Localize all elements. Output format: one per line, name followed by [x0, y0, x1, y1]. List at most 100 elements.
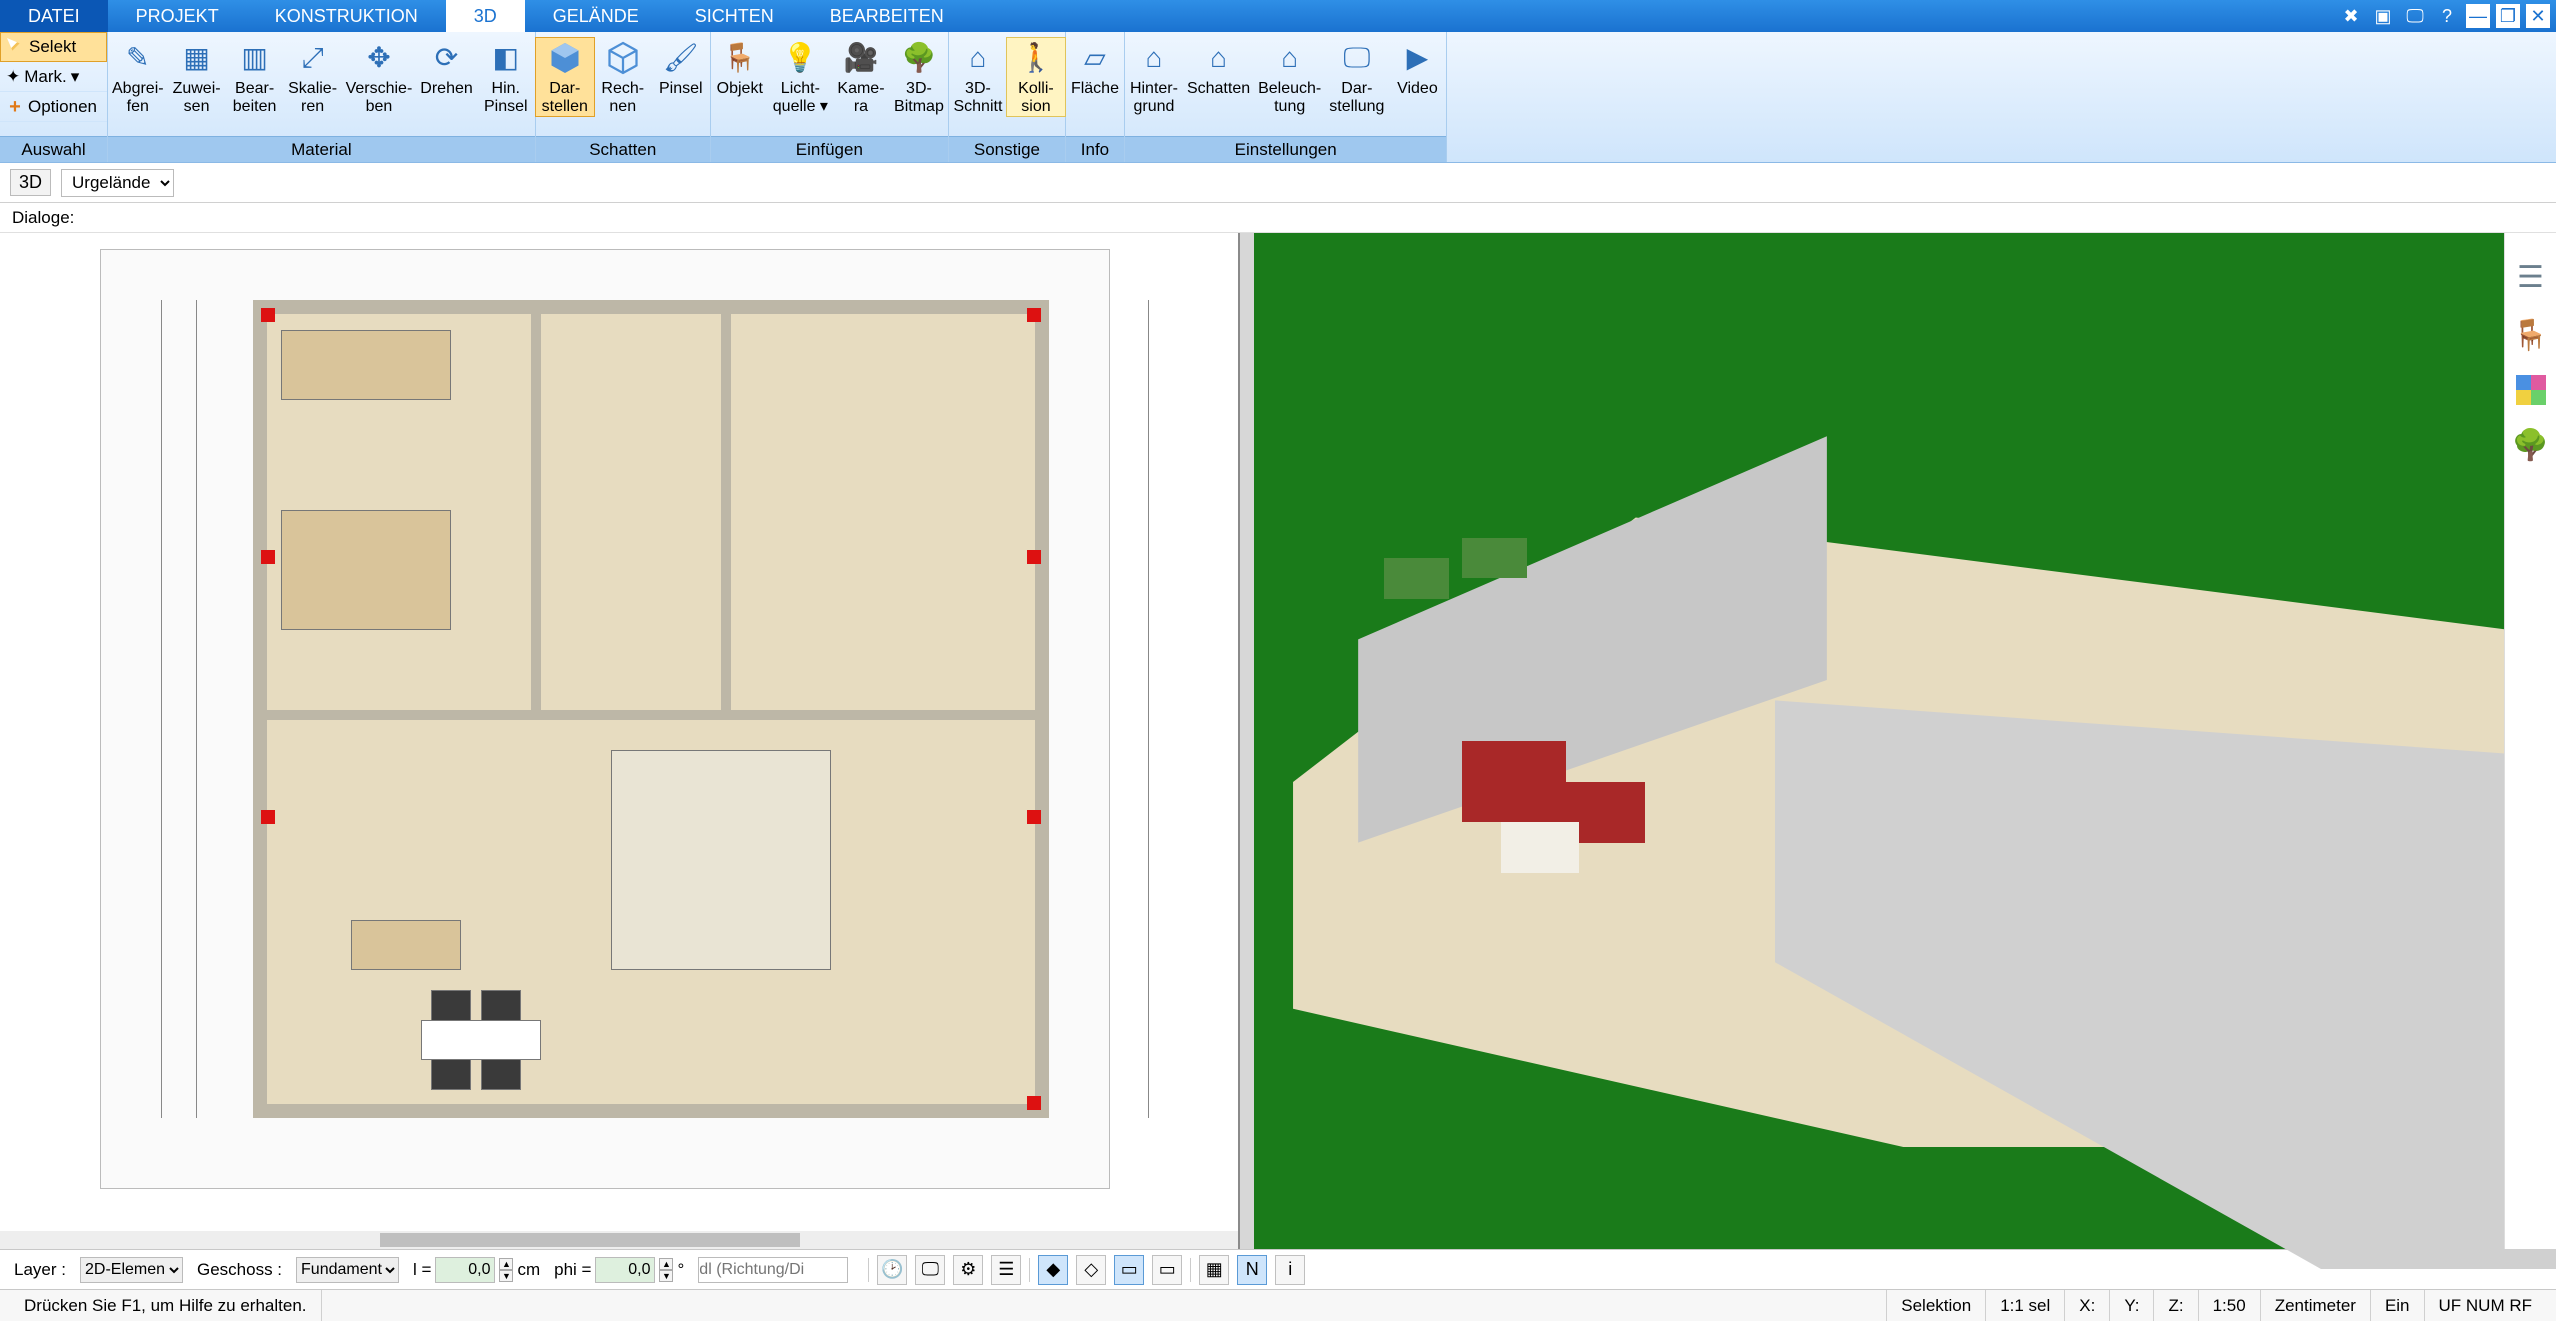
bottom-toolbar: Layer : 2D-Elemen Geschoss : Fundament l…	[0, 1249, 2556, 1289]
snap1-icon[interactable]: ◆	[1038, 1255, 1068, 1285]
cursor-icon	[7, 38, 25, 56]
titlebar-icons: ✖ ▣ 🖵 ? — ❐ ✕	[2338, 0, 2556, 32]
snap2-icon[interactable]: ◇	[1076, 1255, 1106, 1285]
d3schnitt-button[interactable]: ⌂ 3D-Schnitt	[949, 38, 1007, 116]
snap4-icon[interactable]: ▭	[1152, 1255, 1182, 1285]
flaeche-button[interactable]: ▱ Fläche	[1066, 38, 1124, 98]
tab-datei[interactable]: DATEI	[0, 0, 108, 32]
layers-icon[interactable]: ☰	[991, 1255, 1021, 1285]
video-button[interactable]: ▶ Video	[1388, 38, 1446, 98]
chair-icon[interactable]: 🪑	[2513, 317, 2549, 353]
view-3d-pane[interactable]: ☰ 🪑 🌳	[1254, 233, 2556, 1249]
beleuchtung-button[interactable]: ⌂ Beleuch-tung	[1254, 38, 1325, 116]
tools-icon[interactable]: ✖	[2338, 3, 2364, 29]
phi-input[interactable]	[595, 1257, 655, 1283]
hintergrund-button[interactable]: ⌂ Hinter-grund	[1125, 38, 1183, 116]
pane-splitter[interactable]	[1240, 233, 1254, 1249]
grid-icon[interactable]: ▦	[1199, 1255, 1229, 1285]
wall	[531, 300, 541, 720]
options-tool[interactable]: + Optionen	[0, 92, 107, 122]
group-einfuegen-label: Einfügen	[711, 136, 948, 162]
wall	[1035, 300, 1049, 1118]
plan-scrollbar-h[interactable]	[0, 1231, 1238, 1249]
kamera-button[interactable]: 🎥 Kame-ra	[832, 38, 890, 116]
group-schatten: Dar-stellen Rech-nen 🖌 Pinsel Schatten	[536, 32, 711, 162]
scale-icon: ⤢	[293, 38, 333, 78]
geschoss-select[interactable]: Fundament	[296, 1257, 399, 1283]
floor-plan	[253, 300, 1049, 1118]
length-input[interactable]	[435, 1257, 495, 1283]
darstellung-button[interactable]: 🖵 Dar-stellung	[1325, 38, 1388, 116]
monitor-icon[interactable]: 🖵	[915, 1255, 945, 1285]
abgreifen-button[interactable]: ✎ Abgrei-fen	[108, 38, 168, 116]
phi-unit: °	[677, 1260, 684, 1280]
view-3d-canvas[interactable]	[1254, 233, 2556, 1249]
dl-input[interactable]	[698, 1257, 848, 1283]
drehen-button[interactable]: ⟳ Drehen	[416, 38, 476, 98]
gear-icon[interactable]: ⚙	[953, 1255, 983, 1285]
tab-gelaende[interactable]: GELÄNDE	[525, 0, 667, 32]
group-sonstige-label: Sonstige	[949, 136, 1065, 162]
status-unit: Zentimeter	[2260, 1290, 2370, 1321]
window-icon[interactable]: ▣	[2370, 3, 2396, 29]
cube-outline-icon	[603, 38, 643, 78]
north-icon[interactable]: N	[1237, 1255, 1267, 1285]
snap3-icon[interactable]: ▭	[1114, 1255, 1144, 1285]
separator	[868, 1258, 869, 1282]
select-tool[interactable]: Selekt	[0, 32, 107, 62]
tab-konstruktion[interactable]: KONSTRUKTION	[247, 0, 446, 32]
group-info-label: Info	[1066, 136, 1124, 162]
dining-table	[421, 1020, 541, 1060]
help-icon[interactable]: ?	[2434, 3, 2460, 29]
verschieben-button[interactable]: ✥ Verschie-ben	[342, 38, 417, 116]
kollision-button[interactable]: 🚶 Kolli-sion	[1007, 38, 1065, 116]
phi-spinner[interactable]: ▲▼	[659, 1258, 673, 1282]
darstellen-button[interactable]: Dar-stellen	[536, 38, 594, 116]
length-spinner[interactable]: ▲▼	[499, 1258, 513, 1282]
wall	[253, 300, 267, 1118]
bearbeiten-button[interactable]: ▥ Bear-beiten	[226, 38, 284, 116]
tab-bearbeiten[interactable]: BEARBEITEN	[802, 0, 972, 32]
marker	[261, 308, 275, 322]
play-icon: ▶	[1397, 38, 1437, 78]
plan-canvas[interactable]	[100, 249, 1110, 1189]
layer-select[interactable]: 2D-Elemen	[80, 1257, 183, 1283]
wall	[253, 710, 1049, 720]
tree-icon[interactable]: 🌳	[2513, 427, 2549, 463]
pinsel-button[interactable]: 🖌 Pinsel	[652, 38, 710, 98]
collision-icon: 🚶	[1016, 38, 1056, 78]
minimize-button[interactable]: —	[2466, 4, 2490, 28]
tab-sichten[interactable]: SICHTEN	[667, 0, 802, 32]
objekt-button[interactable]: 🪑 Objekt	[711, 38, 769, 98]
wall	[253, 1104, 1049, 1118]
status-spacer	[321, 1290, 1887, 1321]
plus-icon: +	[6, 98, 24, 116]
info-icon[interactable]: i	[1275, 1255, 1305, 1285]
maximize-button[interactable]: ❐	[2496, 4, 2520, 28]
tab-projekt[interactable]: PROJEKT	[108, 0, 247, 32]
schatten-set-button[interactable]: ⌂ Schatten	[1183, 38, 1254, 98]
zuweisen-button[interactable]: ▦ Zuwei-sen	[168, 38, 226, 116]
window-3d	[1384, 558, 1449, 599]
tab-3d[interactable]: 3D	[446, 0, 525, 32]
group-auswahl-label: Auswahl	[0, 136, 107, 162]
skalieren-button[interactable]: ⤢ Skalie-ren	[284, 38, 342, 116]
background-icon: ⌂	[1134, 38, 1174, 78]
wardrobe	[281, 330, 451, 400]
clock-icon[interactable]: 🕑	[877, 1255, 907, 1285]
layers-icon[interactable]: ☰	[2513, 259, 2549, 295]
scrollbar-thumb[interactable]	[380, 1233, 800, 1247]
edit-icon: ▥	[235, 38, 275, 78]
close-button[interactable]: ✕	[2526, 4, 2550, 28]
mark-tool[interactable]: ✦ Mark. ▾	[0, 62, 107, 92]
rechnen-button[interactable]: Rech-nen	[594, 38, 652, 116]
screen-icon[interactable]: 🖵	[2402, 3, 2428, 29]
d3bitmap-button[interactable]: 🌳 3D-Bitmap	[890, 38, 948, 116]
phi-label: phi =	[554, 1260, 591, 1280]
select-label: Selekt	[29, 37, 76, 57]
materials-icon[interactable]	[2516, 375, 2546, 405]
terrain-select[interactable]: Urgelände	[61, 169, 174, 197]
lichtquelle-button[interactable]: 💡 Licht-quelle ▾	[769, 38, 832, 116]
plan-2d-pane[interactable]	[0, 233, 1240, 1249]
hin-pinsel-button[interactable]: ◧ Hin.Pinsel	[477, 38, 535, 116]
